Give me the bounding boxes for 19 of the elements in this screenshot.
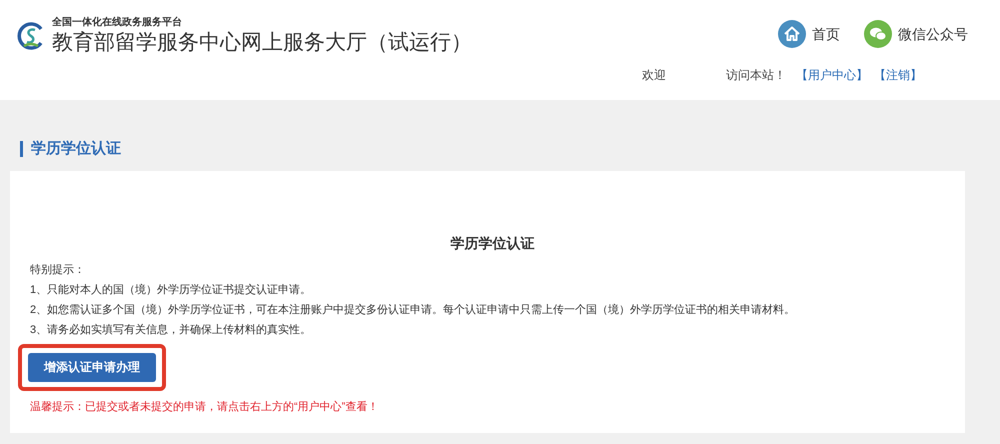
- card-title: 学历学位认证: [450, 234, 534, 252]
- site-title: 教育部留学服务中心网上服务大厅（试运行）: [52, 30, 472, 56]
- notice-heading: 特别提示：: [30, 262, 86, 278]
- tip-text: 温馨提示：已提交或者未提交的申请，请点击右上方的“用户中心”查看！: [30, 400, 380, 414]
- visit-text: 访问本站！: [726, 67, 786, 84]
- section-marker: [20, 141, 23, 158]
- welcome-text: 欢迎: [642, 67, 666, 84]
- notice-text: 3、请务必如实填写有关信息，并确保上传材料的真实性。: [30, 322, 312, 338]
- home-icon: [778, 20, 806, 48]
- nav-link[interactable]: 微信公众号: [864, 20, 968, 48]
- nav-link[interactable]: 首页: [778, 20, 840, 48]
- chat-bubbles-icon: [864, 20, 892, 48]
- add-application-button[interactable]: 增添认证申请办理: [28, 352, 156, 382]
- platform-name: 全国一体化在线政务服务平台: [52, 16, 183, 30]
- section-title: 学历学位认证: [31, 139, 121, 159]
- notice-text: 2、如您需认证多个国（境）外学历学位证书，可在本注册账户中提交多份认证申请。每个认证申请中只需上传一个国（境）外学历学位证书的相关申请材料。: [30, 302, 796, 318]
- header-link[interactable]: 【注销】: [874, 66, 922, 84]
- header-link[interactable]: 【用户中心】: [796, 66, 868, 84]
- notice-text: 1、只能对本人的国（境）外学历学位证书提交认证申请。: [30, 282, 312, 298]
